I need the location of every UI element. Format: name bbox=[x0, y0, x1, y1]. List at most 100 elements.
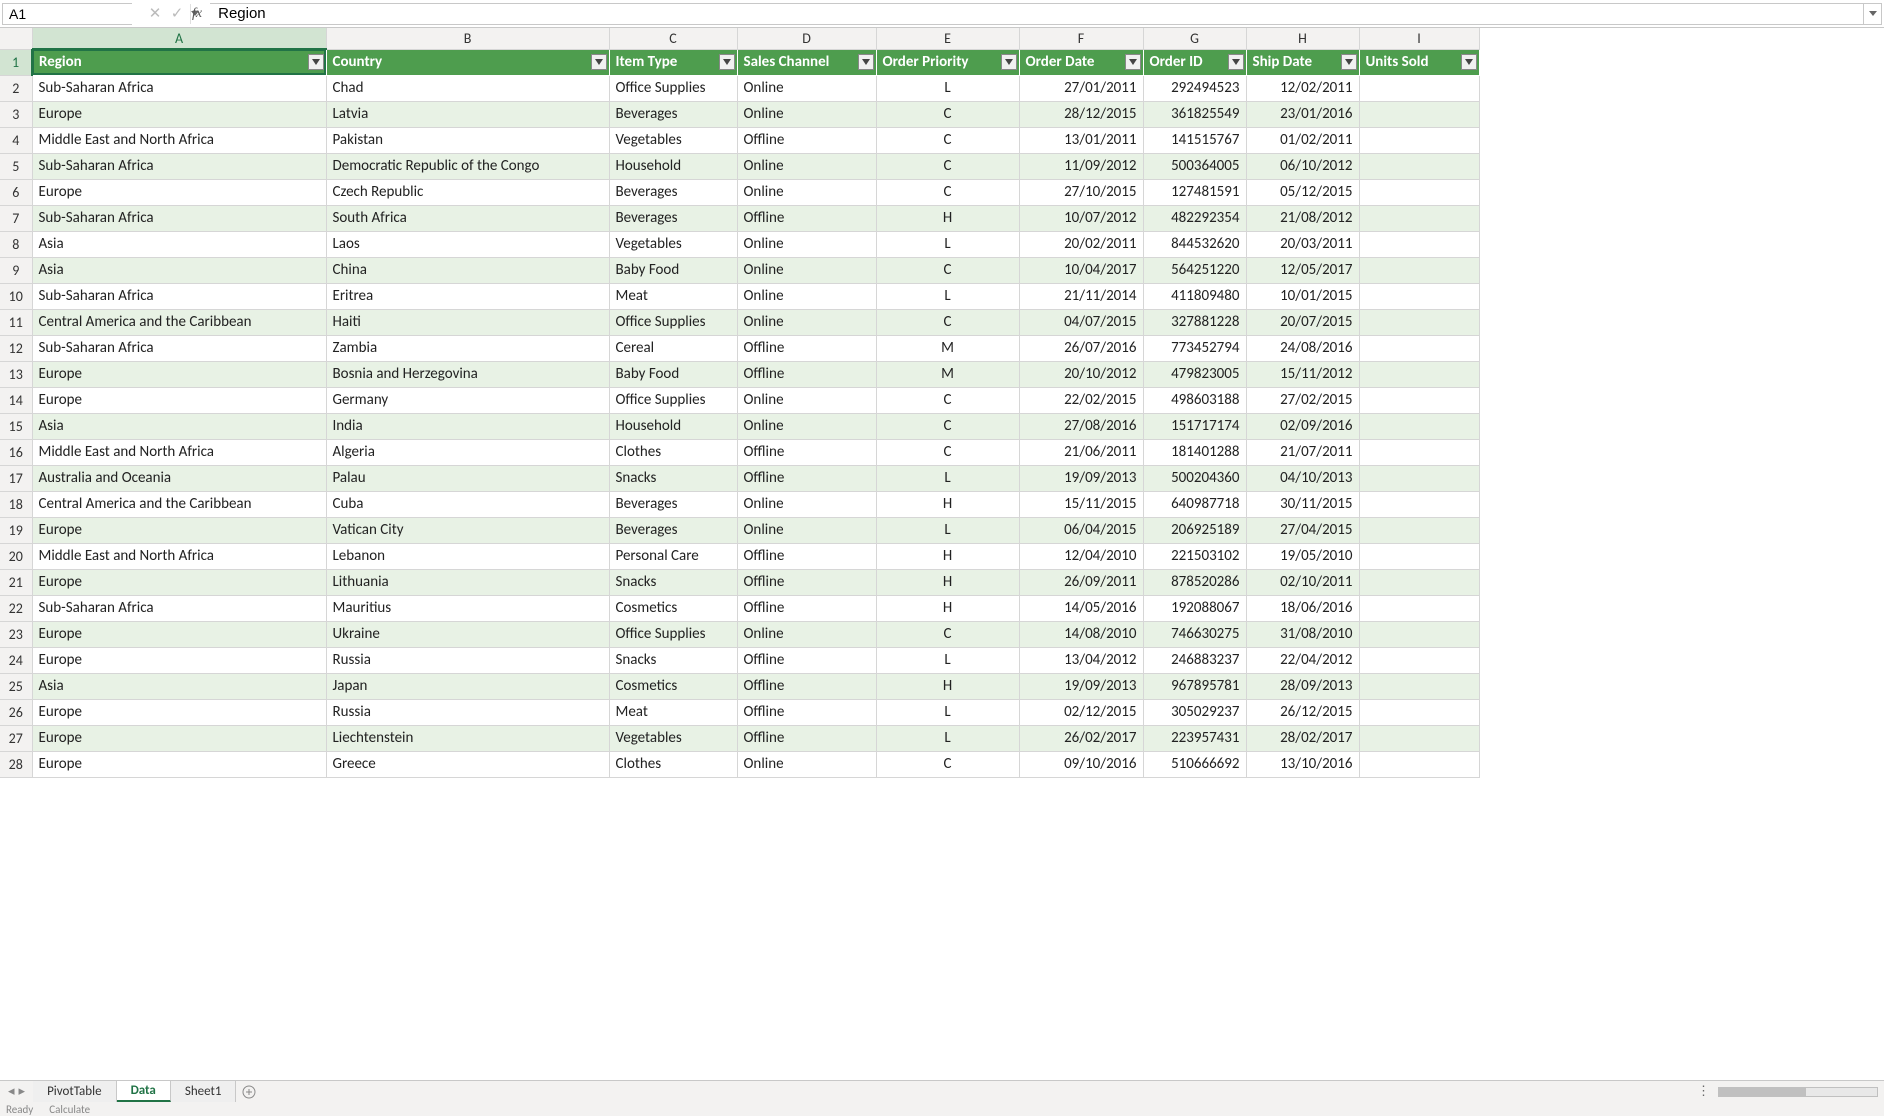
cell[interactable] bbox=[1359, 725, 1479, 751]
cell[interactable]: 13/04/2012 bbox=[1019, 647, 1143, 673]
row-header-8[interactable]: 8 bbox=[0, 231, 32, 257]
cell[interactable]: Cosmetics bbox=[609, 595, 737, 621]
cell[interactable]: Office Supplies bbox=[609, 387, 737, 413]
cell[interactable]: 22/02/2015 bbox=[1019, 387, 1143, 413]
cell[interactable] bbox=[1359, 491, 1479, 517]
cell[interactable]: 19/09/2013 bbox=[1019, 465, 1143, 491]
cell[interactable]: C bbox=[876, 309, 1019, 335]
cell[interactable]: Sub-Saharan Africa bbox=[32, 335, 326, 361]
cell[interactable]: 30/11/2015 bbox=[1246, 491, 1359, 517]
row-header-2[interactable]: 2 bbox=[0, 75, 32, 101]
cell[interactable]: L bbox=[876, 517, 1019, 543]
cell[interactable]: Palau bbox=[326, 465, 609, 491]
column-header-H[interactable]: H bbox=[1246, 28, 1359, 49]
row-header-28[interactable]: 28 bbox=[0, 751, 32, 777]
cell[interactable]: Office Supplies bbox=[609, 75, 737, 101]
next-sheet-button[interactable]: ▸ bbox=[17, 1084, 28, 1099]
sheet-tab-data[interactable]: Data bbox=[117, 1081, 171, 1102]
cell[interactable]: Online bbox=[737, 257, 876, 283]
filter-dropdown-button[interactable] bbox=[1125, 54, 1141, 70]
cell[interactable]: Offline bbox=[737, 569, 876, 595]
cell[interactable]: Household bbox=[609, 413, 737, 439]
cell[interactable]: Latvia bbox=[326, 101, 609, 127]
cell[interactable] bbox=[1359, 75, 1479, 101]
row-header-4[interactable]: 4 bbox=[0, 127, 32, 153]
row-header-26[interactable]: 26 bbox=[0, 699, 32, 725]
cancel-formula-button[interactable]: ✕ bbox=[144, 3, 166, 25]
cell[interactable]: L bbox=[876, 699, 1019, 725]
cell[interactable]: 24/08/2016 bbox=[1246, 335, 1359, 361]
cell[interactable]: M bbox=[876, 335, 1019, 361]
cell[interactable]: Offline bbox=[737, 595, 876, 621]
add-sheet-button[interactable] bbox=[236, 1081, 262, 1102]
cell[interactable]: Chad bbox=[326, 75, 609, 101]
select-all-corner[interactable] bbox=[0, 28, 32, 49]
cell[interactable]: Liechtenstein bbox=[326, 725, 609, 751]
cell[interactable]: L bbox=[876, 283, 1019, 309]
column-header-D[interactable]: D bbox=[737, 28, 876, 49]
cell[interactable]: Ukraine bbox=[326, 621, 609, 647]
cell[interactable]: 21/08/2012 bbox=[1246, 205, 1359, 231]
cell[interactable]: 305029237 bbox=[1143, 699, 1246, 725]
cell[interactable]: 292494523 bbox=[1143, 75, 1246, 101]
cell[interactable]: 967895781 bbox=[1143, 673, 1246, 699]
cell[interactable]: Sub-Saharan Africa bbox=[32, 205, 326, 231]
cell[interactable]: 221503102 bbox=[1143, 543, 1246, 569]
column-header-B[interactable]: B bbox=[326, 28, 609, 49]
cell[interactable] bbox=[1359, 387, 1479, 413]
cell[interactable]: 141515767 bbox=[1143, 127, 1246, 153]
column-header-G[interactable]: G bbox=[1143, 28, 1246, 49]
cell[interactable] bbox=[1359, 231, 1479, 257]
cell[interactable]: 20/10/2012 bbox=[1019, 361, 1143, 387]
cell[interactable]: Snacks bbox=[609, 647, 737, 673]
scroll-thumb[interactable] bbox=[1719, 1088, 1806, 1096]
row-header-15[interactable]: 15 bbox=[0, 413, 32, 439]
cell[interactable]: 15/11/2015 bbox=[1019, 491, 1143, 517]
accept-formula-button[interactable]: ✓ bbox=[166, 3, 188, 25]
cell[interactable]: 05/12/2015 bbox=[1246, 179, 1359, 205]
cell[interactable]: L bbox=[876, 231, 1019, 257]
cell[interactable]: 127481591 bbox=[1143, 179, 1246, 205]
row-header-13[interactable]: 13 bbox=[0, 361, 32, 387]
cell[interactable]: 21/11/2014 bbox=[1019, 283, 1143, 309]
cell[interactable] bbox=[1359, 465, 1479, 491]
cell[interactable] bbox=[1359, 595, 1479, 621]
column-header-I[interactable]: I bbox=[1359, 28, 1479, 49]
cell[interactable]: C bbox=[876, 621, 1019, 647]
cell[interactable]: 181401288 bbox=[1143, 439, 1246, 465]
column-header-F[interactable]: F bbox=[1019, 28, 1143, 49]
cell[interactable]: 12/04/2010 bbox=[1019, 543, 1143, 569]
cell[interactable]: H bbox=[876, 595, 1019, 621]
cell[interactable]: Sub-Saharan Africa bbox=[32, 153, 326, 179]
row-header-25[interactable]: 25 bbox=[0, 673, 32, 699]
cell[interactable]: C bbox=[876, 413, 1019, 439]
cell[interactable] bbox=[1359, 543, 1479, 569]
cell[interactable]: Online bbox=[737, 387, 876, 413]
cell[interactable]: Snacks bbox=[609, 569, 737, 595]
cell[interactable]: China bbox=[326, 257, 609, 283]
cell[interactable]: Online bbox=[737, 101, 876, 127]
cell[interactable] bbox=[1359, 127, 1479, 153]
cell[interactable]: Office Supplies bbox=[609, 309, 737, 335]
cell[interactable]: Sub-Saharan Africa bbox=[32, 75, 326, 101]
cell[interactable]: 22/04/2012 bbox=[1246, 647, 1359, 673]
cell[interactable]: Vatican City bbox=[326, 517, 609, 543]
cell[interactable]: Europe bbox=[32, 751, 326, 777]
cell[interactable] bbox=[1359, 439, 1479, 465]
filter-dropdown-button[interactable] bbox=[308, 54, 324, 70]
cell[interactable]: 10/04/2017 bbox=[1019, 257, 1143, 283]
grid-scroll[interactable]: ABCDEFGHI1RegionCountryItem TypeSales Ch… bbox=[0, 28, 1884, 1086]
cell[interactable]: Online bbox=[737, 153, 876, 179]
cell[interactable]: Laos bbox=[326, 231, 609, 257]
cell[interactable]: Cuba bbox=[326, 491, 609, 517]
prev-sheet-button[interactable]: ◂ bbox=[6, 1084, 17, 1099]
cell[interactable]: 13/10/2016 bbox=[1246, 751, 1359, 777]
cell[interactable]: H bbox=[876, 491, 1019, 517]
cell[interactable]: Democratic Republic of the Congo bbox=[326, 153, 609, 179]
cell[interactable]: Offline bbox=[737, 205, 876, 231]
cell[interactable]: 27/04/2015 bbox=[1246, 517, 1359, 543]
cell[interactable]: Baby Food bbox=[609, 257, 737, 283]
cell[interactable]: Europe bbox=[32, 725, 326, 751]
cell[interactable]: L bbox=[876, 465, 1019, 491]
cell[interactable]: 482292354 bbox=[1143, 205, 1246, 231]
